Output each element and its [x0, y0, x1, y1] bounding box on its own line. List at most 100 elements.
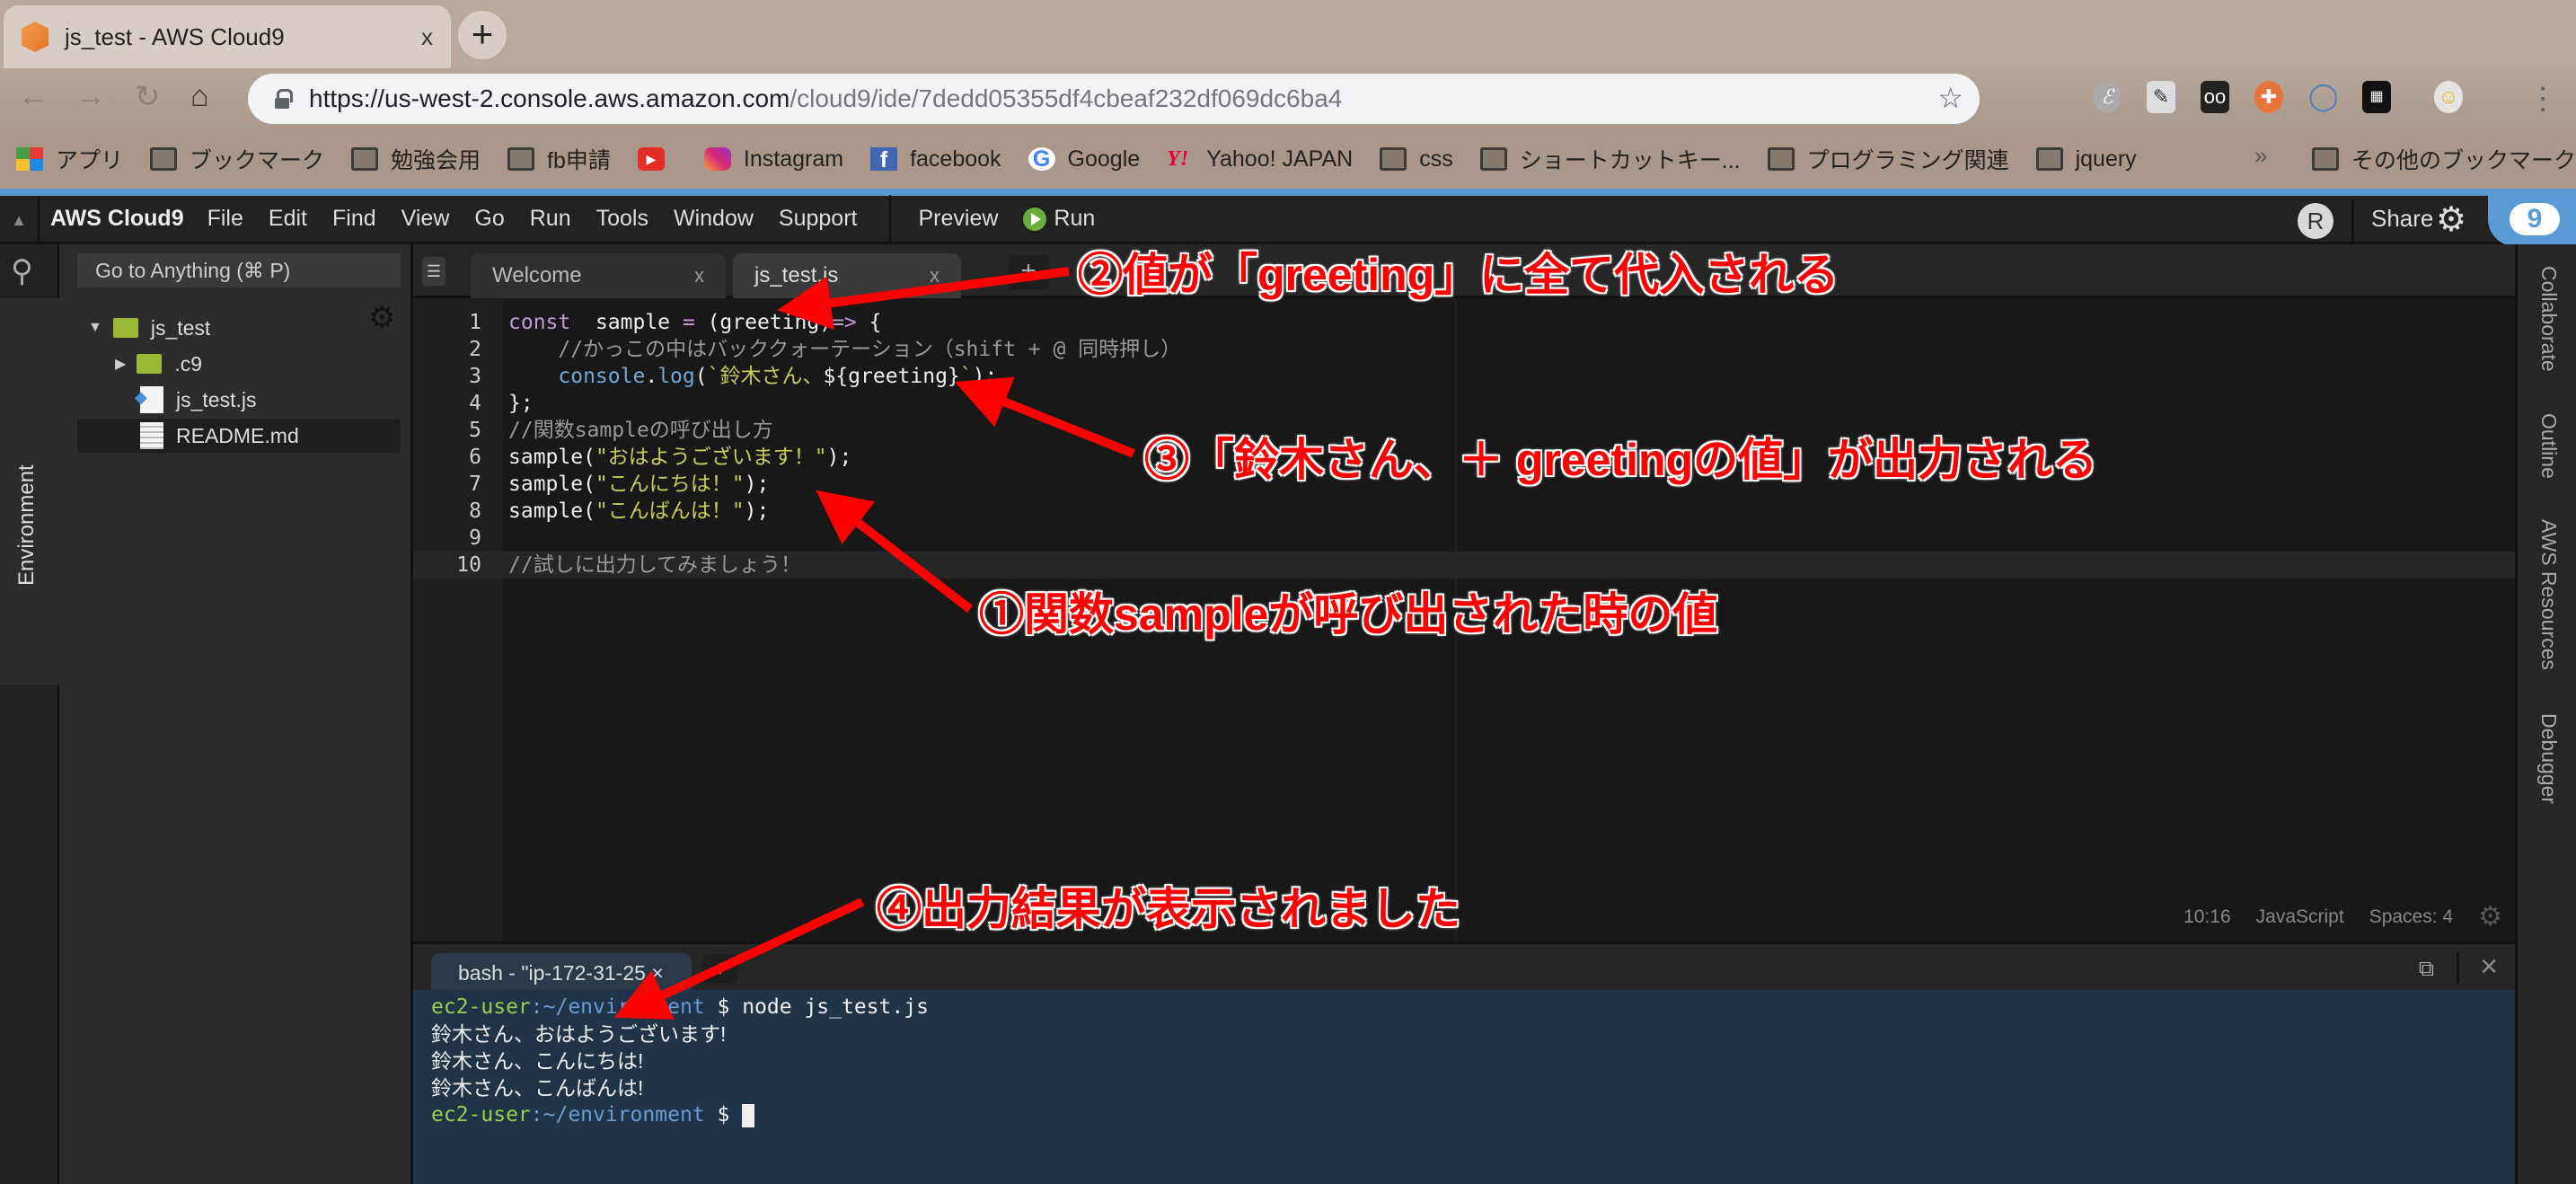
user-avatar[interactable]: R	[2298, 203, 2333, 239]
evernote-extension-icon[interactable]: ℰ	[2093, 81, 2122, 113]
outline-panel-tab[interactable]: Outline	[2536, 413, 2561, 479]
language-mode[interactable]: JavaScript	[2256, 906, 2344, 928]
collapsed-triangle-icon[interactable]: ▶	[115, 355, 126, 373]
code-line[interactable]: 3 console.log(`鈴木さん、${greeting}`);	[413, 363, 2515, 390]
collapse-menubar-icon[interactable]: ▲	[0, 196, 40, 242]
go-to-anything-input[interactable]: Go to Anything (⌘ P)	[77, 253, 401, 287]
bookmarks-overflow-chevron[interactable]: »	[2254, 142, 2267, 170]
menu-edit[interactable]: Edit	[269, 206, 307, 232]
code-line[interactable]: 8 sample("こんばんは！");	[413, 498, 2515, 525]
bookmark-folder[interactable]: プログラミング関連	[1767, 143, 2009, 175]
line-number: 2	[469, 338, 481, 361]
bookmark-folder[interactable]: fb申請	[507, 143, 611, 175]
file-tree-panel: Go to Anything (⌘ P) ⚙ ▼js_test ▶.c9 js_…	[59, 244, 413, 1184]
bookmark-folder[interactable]: jquery	[2035, 146, 2137, 172]
tree-file-readme[interactable]: README.md	[77, 419, 401, 453]
tree-file-js-test-js[interactable]: js_test.js	[135, 383, 256, 417]
menu-support[interactable]: Support	[779, 206, 858, 232]
indent-setting[interactable]: Spaces: 4	[2369, 906, 2453, 928]
tab-welcome[interactable]: Welcome x	[471, 253, 726, 298]
menu-file[interactable]: File	[207, 206, 243, 232]
expanded-triangle-icon[interactable]: ▼	[88, 320, 102, 336]
menu-find[interactable]: Find	[332, 206, 376, 232]
close-tab-icon[interactable]: x	[930, 264, 940, 287]
code-token: {	[856, 311, 882, 334]
ring-extension-icon[interactable]: ◯	[2308, 81, 2339, 113]
tree-settings-gear-icon[interactable]: ⚙	[368, 300, 395, 336]
bookmark-youtube[interactable]: ▶	[637, 147, 677, 171]
share-button[interactable]: Share	[2371, 205, 2433, 233]
tree-folder-c9[interactable]: ▶ .c9	[115, 347, 202, 381]
profile-avatar-icon[interactable]: ☺	[2434, 81, 2463, 113]
browser-tab[interactable]: js_test - AWS Cloud9 x	[4, 5, 451, 68]
cloud9-logo[interactable]: 9	[2488, 196, 2576, 246]
menu-view[interactable]: View	[401, 206, 450, 232]
menubar-divider	[889, 194, 892, 243]
terminal[interactable]: ec2-user:~/environment $ node js_test.js…	[413, 990, 2515, 1184]
preview-button[interactable]: Preview	[918, 206, 998, 232]
home-icon[interactable]: ⌂	[190, 79, 209, 114]
forward-arrow-icon[interactable]: →	[75, 79, 106, 114]
code-token: );	[744, 499, 770, 523]
extension-icons: ℰ ✎ oo ✚ ◯ ▦ ☺	[2093, 81, 2463, 113]
close-panel-icon[interactable]: ✕	[2479, 953, 2499, 981]
tree-folder-js-test[interactable]: ▼ js_test	[88, 311, 210, 345]
code-line[interactable]: 1 const sample = (greeting)=> {	[413, 309, 2515, 336]
tab-list-menu-icon[interactable]: ☰	[422, 257, 446, 286]
browser-menu-icon[interactable]: ⋮	[2527, 81, 2558, 117]
bookmark-instagram[interactable]: Instagram	[703, 146, 843, 172]
close-tab-icon[interactable]: x	[421, 23, 433, 51]
qr-code-extension-icon[interactable]: ▦	[2362, 81, 2391, 113]
aws-resources-panel-tab[interactable]: AWS Resources	[2536, 519, 2561, 670]
tab-js-test-js[interactable]: js_test.js x	[733, 253, 961, 298]
code-text: sample("おはようございます！");	[508, 444, 851, 471]
clipper-extension-icon[interactable]: ✎	[2147, 81, 2175, 113]
bookmark-folder[interactable]: 勉強会用	[351, 143, 481, 175]
new-tab-button[interactable]: +	[458, 11, 507, 59]
code-text: const sample = (greeting)=> {	[508, 309, 881, 336]
collaborate-panel-tab[interactable]: Collaborate	[2536, 266, 2561, 372]
search-icon[interactable]: ⚲	[11, 253, 33, 289]
code-line[interactable]: 2 //かっこの中はバッククォーテーション（shift + @ 同時押し）	[413, 336, 2515, 363]
reload-icon[interactable]: ↻	[135, 79, 161, 115]
back-arrow-icon[interactable]: ←	[18, 79, 49, 114]
close-tab-icon[interactable]: x	[694, 264, 704, 287]
orange-extension-icon[interactable]: ✚	[2254, 81, 2283, 113]
debugger-panel-tab[interactable]: Debugger	[2536, 713, 2561, 804]
code-line[interactable]: 4};	[413, 390, 2515, 417]
bookmark-star-icon[interactable]: ☆	[1937, 81, 1963, 115]
menu-go[interactable]: Go	[474, 206, 504, 232]
menu-run[interactable]: Run	[530, 206, 571, 232]
address-bar[interactable]: https://us-west-2.console.aws.amazon.com…	[248, 74, 1980, 124]
menu-tools[interactable]: Tools	[596, 206, 648, 232]
menu-window[interactable]: Window	[674, 206, 754, 232]
run-button[interactable]: Run	[1023, 206, 1095, 232]
ide-brand[interactable]: AWS Cloud9	[50, 206, 184, 232]
ide-menubar: ▲ AWS Cloud9 File Edit Find View Go Run …	[0, 194, 2515, 244]
tampermonkey-extension-icon[interactable]: oo	[2201, 81, 2229, 113]
aws-cloud9-favicon-icon	[22, 22, 49, 52]
code-line[interactable]: 9	[413, 525, 2515, 552]
bookmark-google[interactable]: G Google	[1028, 146, 1140, 172]
bookmark-folder[interactable]: ショートカットキー...	[1479, 143, 1741, 175]
bookmark-apps[interactable]: アプリ	[16, 143, 123, 175]
google-icon: G	[1028, 147, 1055, 171]
bookmark-folder[interactable]: ブックマーク	[150, 143, 324, 175]
editor-settings-gear-icon[interactable]: ⚙	[2478, 901, 2502, 932]
close-terminal-tab-icon[interactable]: ×	[651, 961, 663, 985]
other-bookmarks[interactable]: その他のブックマーク	[2312, 129, 2576, 189]
add-terminal-button[interactable]: +	[702, 955, 738, 984]
bookmark-yahoo[interactable]: Y! Yahoo! JAPAN	[1167, 146, 1353, 172]
terminal-tab-bash[interactable]: bash - "ip-172-31-25 ×	[431, 953, 692, 993]
cursor-position[interactable]: 10:16	[2183, 906, 2231, 928]
folder-icon	[1380, 147, 1407, 171]
environment-panel-tab[interactable]: Environment	[0, 298, 59, 685]
code-line[interactable]: 10 //試しに出力してみましょう！	[413, 552, 2515, 579]
add-tab-button[interactable]: +	[1008, 255, 1049, 289]
code-token: `	[959, 365, 973, 388]
preferences-gear-icon[interactable]: ⚙	[2436, 199, 2466, 240]
maximize-panel-icon[interactable]: ⧉	[2419, 957, 2434, 982]
lock-icon	[275, 89, 293, 109]
bookmark-folder[interactable]: css	[1380, 146, 1453, 172]
bookmark-facebook[interactable]: f facebook	[870, 146, 1001, 172]
